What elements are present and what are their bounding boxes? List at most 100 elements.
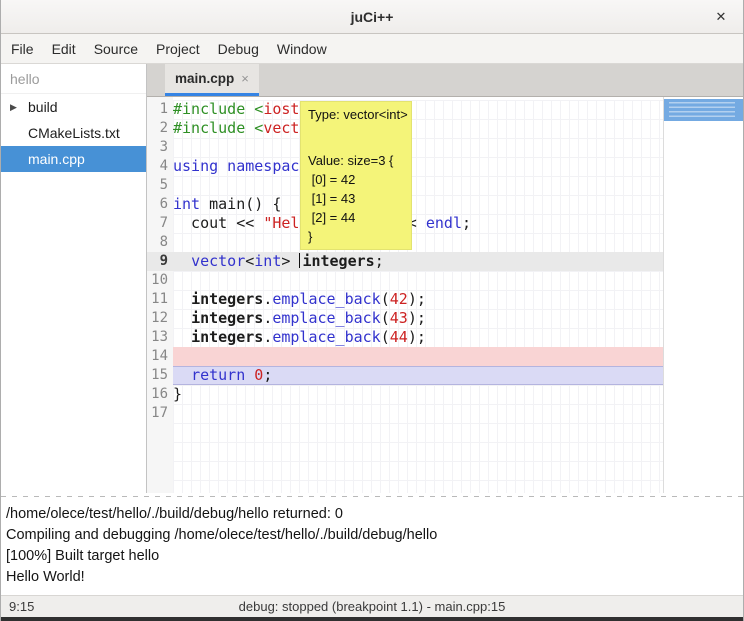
code-editor[interactable]: 1#include <iostream>2#include <vector>34… bbox=[147, 97, 663, 493]
code-line[interactable]: 9 vector<int> integers; bbox=[147, 252, 663, 271]
minimap-slider[interactable] bbox=[664, 99, 743, 121]
tooltip-line: } bbox=[308, 227, 404, 246]
tab-close-icon[interactable]: × bbox=[241, 71, 249, 86]
tooltip-line: [1] = 43 bbox=[308, 189, 404, 208]
code-token bbox=[173, 328, 191, 346]
status-bar: 9:15 debug: stopped (breakpoint 1.1) - m… bbox=[1, 595, 743, 617]
line-number[interactable]: 10 bbox=[147, 271, 173, 290]
line-number[interactable]: 8 bbox=[147, 233, 173, 252]
line-number[interactable]: 15 bbox=[147, 366, 173, 385]
terminal-line: /home/olece/test/hello/./build/debug/hel… bbox=[6, 504, 738, 525]
code-token: ); bbox=[408, 328, 426, 346]
menu-bar: FileEditSourceProjectDebugWindow bbox=[1, 34, 743, 64]
expander-icon[interactable]: ▶ bbox=[1, 102, 19, 113]
code-token: ; bbox=[263, 366, 272, 384]
code-token: int bbox=[254, 252, 281, 270]
code-token: . bbox=[263, 328, 272, 346]
code-token: integers bbox=[191, 309, 263, 327]
code-text: integers.emplace_back(43); bbox=[173, 309, 663, 328]
code-token: ; bbox=[375, 252, 384, 270]
pane-splitter[interactable] bbox=[1, 493, 743, 500]
code-text: } bbox=[173, 385, 663, 404]
line-number[interactable]: 7 bbox=[147, 214, 173, 233]
menu-source[interactable]: Source bbox=[85, 34, 147, 63]
code-token: 44 bbox=[390, 328, 408, 346]
tab-bar: main.cpp × bbox=[147, 64, 743, 97]
code-token bbox=[173, 366, 191, 384]
code-token: > bbox=[281, 252, 299, 270]
code-token bbox=[173, 309, 191, 327]
menu-debug[interactable]: Debug bbox=[209, 34, 268, 63]
tree-item-label: main.cpp bbox=[19, 151, 85, 167]
menu-file[interactable]: File bbox=[2, 34, 43, 63]
tab-label: main.cpp bbox=[175, 71, 234, 86]
code-text: integers.emplace_back(44); bbox=[173, 328, 663, 347]
code-line[interactable]: 11 integers.emplace_back(42); bbox=[147, 290, 663, 309]
code-text: #include <iostream> bbox=[173, 100, 663, 119]
editor-column: main.cpp × 1#include <iostream>2#include … bbox=[147, 64, 743, 493]
tab-main-cpp[interactable]: main.cpp × bbox=[165, 64, 259, 96]
menu-project[interactable]: Project bbox=[147, 34, 209, 63]
line-number[interactable]: 12 bbox=[147, 309, 173, 328]
code-text: vector<int> integers; bbox=[173, 252, 663, 271]
code-token: ( bbox=[381, 309, 390, 327]
code-token: } bbox=[173, 385, 182, 403]
terminal-line: Compiling and debugging /home/olece/test… bbox=[6, 525, 738, 546]
code-token: 42 bbox=[390, 290, 408, 308]
code-line[interactable]: 17 bbox=[147, 404, 663, 423]
menu-window[interactable]: Window bbox=[268, 34, 336, 63]
code-token: integers bbox=[191, 290, 263, 308]
line-number[interactable]: 14 bbox=[147, 347, 173, 366]
line-number[interactable]: 4 bbox=[147, 157, 173, 176]
code-token: cout << bbox=[173, 214, 263, 232]
line-number[interactable]: 13 bbox=[147, 328, 173, 347]
tree-item-cmakelists-txt[interactable]: CMakeLists.txt bbox=[1, 120, 146, 146]
tree-item-main-cpp[interactable]: main.cpp bbox=[1, 146, 146, 172]
code-line[interactable]: 13 integers.emplace_back(44); bbox=[147, 328, 663, 347]
line-number[interactable]: 2 bbox=[147, 119, 173, 138]
code-token: integers bbox=[191, 328, 263, 346]
code-line[interactable]: 14 bbox=[147, 347, 663, 366]
line-number[interactable]: 11 bbox=[147, 290, 173, 309]
menu-edit[interactable]: Edit bbox=[43, 34, 85, 63]
code-line[interactable]: 10 bbox=[147, 271, 663, 290]
code-token: ; bbox=[462, 214, 471, 232]
line-number[interactable]: 6 bbox=[147, 195, 173, 214]
line-number[interactable]: 1 bbox=[147, 100, 173, 119]
tree-item-build[interactable]: ▶build bbox=[1, 94, 146, 120]
terminal-output[interactable]: /home/olece/test/hello/./build/debug/hel… bbox=[1, 500, 743, 595]
minimap[interactable] bbox=[663, 97, 743, 493]
line-number[interactable]: 9 bbox=[147, 252, 173, 271]
code-token: using namespace bbox=[173, 157, 308, 175]
line-number[interactable]: 3 bbox=[147, 138, 173, 157]
code-token bbox=[173, 252, 191, 270]
tooltip-line bbox=[308, 124, 404, 151]
code-text bbox=[173, 404, 663, 423]
code-token: emplace_back bbox=[272, 309, 380, 327]
line-number[interactable]: 5 bbox=[147, 176, 173, 195]
code-text: integers.emplace_back(42); bbox=[173, 290, 663, 309]
code-text bbox=[173, 347, 663, 366]
minimap-code-preview bbox=[669, 102, 735, 118]
code-line[interactable]: 16} bbox=[147, 385, 663, 404]
project-filter[interactable]: hello bbox=[1, 64, 146, 94]
tooltip-line: Value: size=3 { bbox=[308, 151, 404, 170]
code-line[interactable]: 15 return 0; bbox=[147, 366, 663, 385]
debug-value-tooltip: Type: vector<int>Value: size=3 { [0] = 4… bbox=[300, 101, 412, 250]
code-token: endl bbox=[426, 214, 462, 232]
code-text: #include <vector> bbox=[173, 119, 663, 138]
close-icon[interactable]: ✕ bbox=[709, 6, 733, 28]
code-token: main() { bbox=[200, 195, 281, 213]
code-token: integers bbox=[302, 252, 374, 270]
line-number[interactable]: 17 bbox=[147, 404, 173, 423]
line-number[interactable]: 16 bbox=[147, 385, 173, 404]
title-bar[interactable]: juCi++ ✕ bbox=[1, 0, 743, 34]
tree-item-label: build bbox=[19, 99, 58, 115]
code-text: using namespace std; bbox=[173, 157, 663, 176]
code-token: 43 bbox=[390, 309, 408, 327]
code-line[interactable]: 12 integers.emplace_back(43); bbox=[147, 309, 663, 328]
code-token: < bbox=[245, 252, 254, 270]
code-text bbox=[173, 233, 663, 252]
window-title: juCi++ bbox=[351, 9, 394, 25]
code-text bbox=[173, 138, 663, 157]
